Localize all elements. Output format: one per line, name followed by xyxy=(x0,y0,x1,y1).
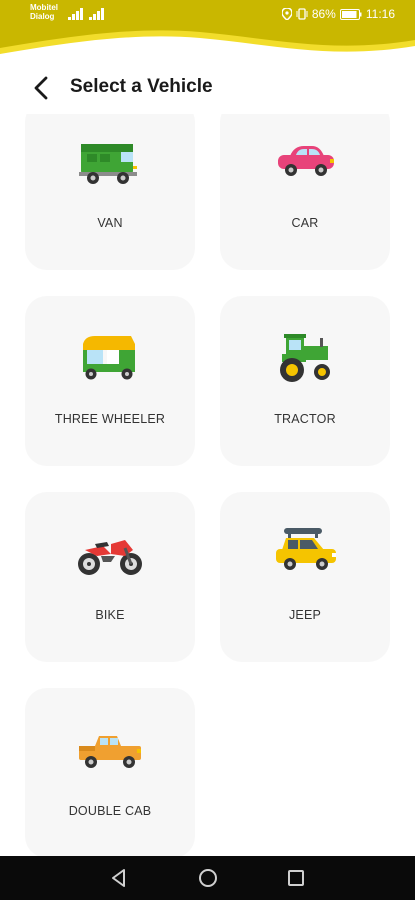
car-icon xyxy=(278,146,334,176)
page-title: Select a Vehicle xyxy=(70,76,213,97)
signal-4g-icon xyxy=(89,8,104,20)
vehicle-label: THREE WHEELER xyxy=(54,412,166,426)
vehicle-label: CAR xyxy=(291,216,319,230)
back-arrow-icon[interactable] xyxy=(28,74,54,102)
jeep-icon xyxy=(276,528,336,570)
vehicle-label: VAN xyxy=(97,216,123,230)
tractor-icon xyxy=(280,334,330,382)
van-icon xyxy=(79,144,137,184)
vehicle-card-three-wheeler[interactable]: THREE WHEELER xyxy=(25,296,195,466)
page-header: Select a Vehicle xyxy=(0,66,415,110)
vehicle-label: BIKE xyxy=(95,608,125,622)
nav-recents-icon[interactable] xyxy=(284,866,308,890)
vehicle-label: JEEP xyxy=(288,608,322,622)
navigation-bar xyxy=(0,856,415,900)
vehicle-card-bike[interactable]: BIKE xyxy=(25,492,195,662)
signal-icon xyxy=(68,8,83,20)
vehicle-label: DOUBLE CAB xyxy=(68,804,152,818)
vehicle-grid: VAN CAR THREE WHEELER TRACTOR BIKE JEEP … xyxy=(0,0,415,856)
carrier-name-2: Dialog xyxy=(30,12,55,21)
vehicle-card-double-cab[interactable]: DOUBLE CAB xyxy=(25,688,195,856)
battery-percent: 86% xyxy=(311,7,336,21)
nav-home-icon[interactable] xyxy=(196,866,220,890)
header-wave xyxy=(0,22,415,54)
nav-back-icon[interactable] xyxy=(107,866,131,890)
vehicle-card-tractor[interactable]: TRACTOR xyxy=(220,296,390,466)
status-right: 86% 11:16 xyxy=(281,7,395,21)
carrier-name-1: Mobitel xyxy=(30,3,58,12)
location-icon xyxy=(281,8,292,20)
bike-icon xyxy=(78,540,142,575)
clock: 11:16 xyxy=(365,7,395,21)
vehicle-card-jeep[interactable]: JEEP xyxy=(220,492,390,662)
vibrate-icon xyxy=(296,8,308,20)
vehicle-card-car[interactable]: CAR xyxy=(220,100,390,270)
double-cab-icon xyxy=(79,736,141,768)
vehicle-card-van[interactable]: VAN xyxy=(25,100,195,270)
vehicle-label: TRACTOR xyxy=(274,412,336,426)
carrier-text: Mobitel Dialog xyxy=(30,3,58,21)
three-wheeler-icon xyxy=(83,336,135,380)
battery-icon xyxy=(339,8,362,20)
